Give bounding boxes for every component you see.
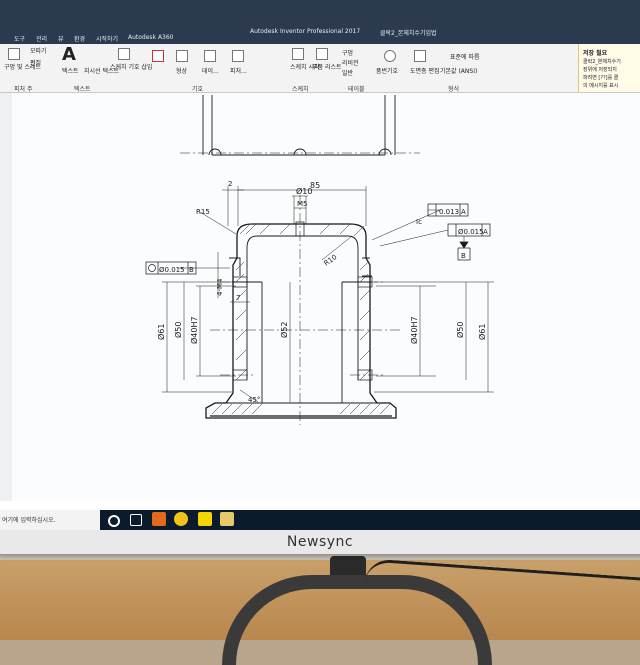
chrome-icon[interactable] (174, 512, 188, 526)
dim-2: 2 (228, 180, 232, 188)
monitor-brand-logo: Newsync (286, 534, 354, 550)
dim-left-d50: Ø50 (173, 322, 183, 338)
leader-label: Ic (416, 218, 422, 226)
top-view-fragment (180, 95, 420, 156)
tolerance-datum-a: A (461, 208, 466, 216)
inventor-app-icon[interactable] (152, 512, 166, 526)
dim-4-m4: 4-M4 (216, 278, 224, 296)
dim-left-d61: Ø61 (156, 324, 166, 340)
technical-drawing: Ø10 85 M5 2 R15 R10 0.013 A Ø0.015 A B I… (145, 95, 494, 425)
task-view-icon[interactable] (130, 514, 142, 526)
tolerance-perpendicularity: 0.013 (439, 208, 459, 216)
dimension-lines (162, 186, 494, 403)
dim-r10: R10 (323, 253, 339, 267)
dim-85: 85 (310, 181, 320, 190)
cortana-icon[interactable] (108, 515, 120, 527)
section-outline (205, 223, 397, 419)
datum-b-label: B (461, 252, 466, 260)
dimension-text: Ø10 85 M5 2 R15 R10 0.013 A Ø0.015 A B I… (156, 180, 488, 404)
kakaotalk-icon[interactable] (198, 512, 212, 526)
tolerance-datum-a: A (483, 228, 488, 236)
tapped-holes (232, 221, 373, 381)
monitor-screen: Autodesk Inventor Professional 2017 클락2_… (0, 0, 640, 530)
dim-7: 7 (236, 294, 240, 302)
dim-45-deg: 45° (248, 396, 260, 404)
section-hatching (211, 223, 391, 415)
taskbar-search-box[interactable]: 여기에 입력하십시오. (0, 510, 100, 530)
dim-center-d52: Ø52 (279, 322, 289, 338)
tolerance-concentricity: Ø0.015 (159, 266, 185, 274)
taskbar-search-placeholder: 여기에 입력하십시오. (2, 517, 56, 524)
tolerance-datum-b: B (189, 266, 194, 274)
dim-right-d61: Ø61 (477, 324, 487, 340)
dim-r15: R15 (196, 208, 210, 216)
tolerance-parallelism: Ø0.015 (458, 228, 484, 236)
dim-right-d40h7: Ø40H7 (409, 316, 419, 344)
dim-m5: M5 (297, 200, 308, 208)
file-explorer-icon[interactable] (220, 512, 234, 526)
dim-left-d40h7: Ø40H7 (189, 316, 199, 344)
dim-right-d50: Ø50 (455, 322, 465, 338)
